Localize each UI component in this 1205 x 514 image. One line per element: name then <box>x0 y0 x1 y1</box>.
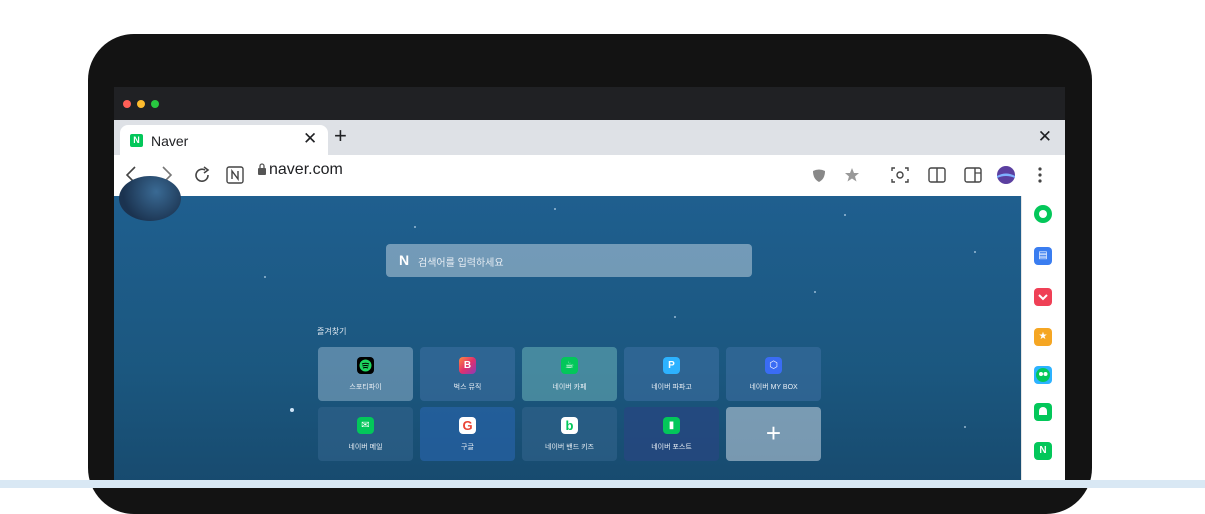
menu-icon[interactable] <box>1036 165 1044 185</box>
window-zoom-dot[interactable] <box>151 100 159 108</box>
favorite-tile-bugs[interactable]: B 벅스 뮤직 <box>420 347 515 401</box>
profile-avatar[interactable] <box>996 165 1016 185</box>
mail-icon: ✉ <box>357 417 374 434</box>
tile-label: 스포티파이 <box>349 384 382 391</box>
notifications-icon[interactable] <box>1034 403 1052 421</box>
star-decoration <box>844 214 846 216</box>
browser-window: N Naver ✕ + ✕ naver.com N 검색어를 입력하세요 즐겨찾… <box>114 87 1065 488</box>
tile-label: 네이버 파파고 <box>651 384 692 391</box>
window-close-dot[interactable] <box>123 100 131 108</box>
tile-label: 네이버 포스트 <box>651 444 692 451</box>
search-placeholder: 검색어를 입력하세요 <box>418 258 504 269</box>
lock-icon <box>258 163 266 175</box>
band-kids-icon: b <box>561 417 578 434</box>
star-icon[interactable] <box>843 165 861 185</box>
window-close-icon[interactable]: ✕ <box>1038 127 1052 147</box>
favorites-heading: 즐겨찾기 <box>317 327 347 336</box>
favorite-tile-mail[interactable]: ✉ 네이버 메일 <box>318 407 413 461</box>
toolbar: naver.com <box>114 155 1065 196</box>
shield-icon[interactable] <box>811 165 827 185</box>
spotify-icon <box>357 357 374 374</box>
tab-title: Naver <box>151 133 189 149</box>
search-box[interactable]: N 검색어를 입력하세요 <box>386 244 752 277</box>
star-decoration <box>290 408 294 412</box>
naver-logo-icon: N <box>399 252 410 268</box>
favorite-tile-post[interactable]: ▮ 네이버 포스트 <box>624 407 719 461</box>
screenshot-icon[interactable] <box>890 165 910 185</box>
tile-label: 네이버 카페 <box>552 384 587 391</box>
star-decoration <box>814 291 816 293</box>
split-view-icon[interactable] <box>927 165 947 185</box>
tab-naver[interactable]: N Naver ✕ <box>120 125 328 155</box>
naver-home-icon[interactable] <box>225 165 245 185</box>
papago-icon: P <box>663 357 680 374</box>
bottom-strip <box>0 480 1205 488</box>
naver-icon[interactable]: N <box>1034 442 1052 460</box>
tile-label: 네이버 밴드 키즈 <box>545 444 594 451</box>
side-panel: ▤ ★ N <box>1021 196 1065 488</box>
tile-label: 구글 <box>461 444 474 451</box>
star-decoration <box>554 208 556 210</box>
bugs-icon: B <box>459 357 476 374</box>
naver-favicon-icon: N <box>130 134 143 147</box>
tile-label: 네이버 MY BOX <box>749 384 798 391</box>
tab-close-icon[interactable]: ✕ <box>303 129 317 149</box>
title-bar <box>114 87 1065 120</box>
favorite-tile-cafe[interactable]: ☕ 네이버 카페 <box>522 347 617 401</box>
post-icon: ▮ <box>663 417 680 434</box>
tile-label: 네이버 메일 <box>348 444 383 451</box>
star-decoration <box>264 276 266 278</box>
address-bar-url[interactable]: naver.com <box>269 161 343 179</box>
window-minimize-dot[interactable] <box>137 100 145 108</box>
reload-icon[interactable] <box>192 165 212 185</box>
favorite-tile-spotify[interactable]: 스포티파이 <box>318 347 413 401</box>
favorite-tile-papago[interactable]: P 네이버 파파고 <box>624 347 719 401</box>
papago-side-icon[interactable] <box>1034 366 1052 384</box>
favorite-tile-google[interactable]: G 구글 <box>420 407 515 461</box>
favorite-tile-band-kids[interactable]: b 네이버 밴드 키즈 <box>522 407 617 461</box>
pocket-icon[interactable] <box>1034 288 1052 306</box>
star-decoration <box>964 426 966 428</box>
favorites-icon[interactable]: ★ <box>1034 328 1052 346</box>
new-tab-button[interactable]: + <box>334 124 347 148</box>
tab-strip: N Naver ✕ + ✕ <box>114 120 1065 155</box>
cafe-icon: ☕ <box>561 357 578 374</box>
tile-label: 벅스 뮤직 <box>453 384 482 391</box>
favorite-tile-mybox[interactable]: ⬡ 네이버 MY BOX <box>726 347 821 401</box>
add-favorite-button[interactable]: + <box>726 407 821 461</box>
sidebar-icon[interactable] <box>963 165 983 185</box>
mybox-icon: ⬡ <box>765 357 782 374</box>
toolbox-icon[interactable]: ▤ <box>1034 247 1052 265</box>
whale-space-icon[interactable] <box>1034 205 1052 223</box>
new-tab-page: N 검색어를 입력하세요 즐겨찾기 스포티파이 B 벅스 뮤직 ☕ 네이버 카페… <box>114 176 1021 488</box>
star-decoration <box>674 316 676 318</box>
star-decoration <box>974 251 976 253</box>
star-decoration <box>414 226 416 228</box>
google-icon: G <box>459 417 476 434</box>
planet-decoration <box>119 176 181 221</box>
